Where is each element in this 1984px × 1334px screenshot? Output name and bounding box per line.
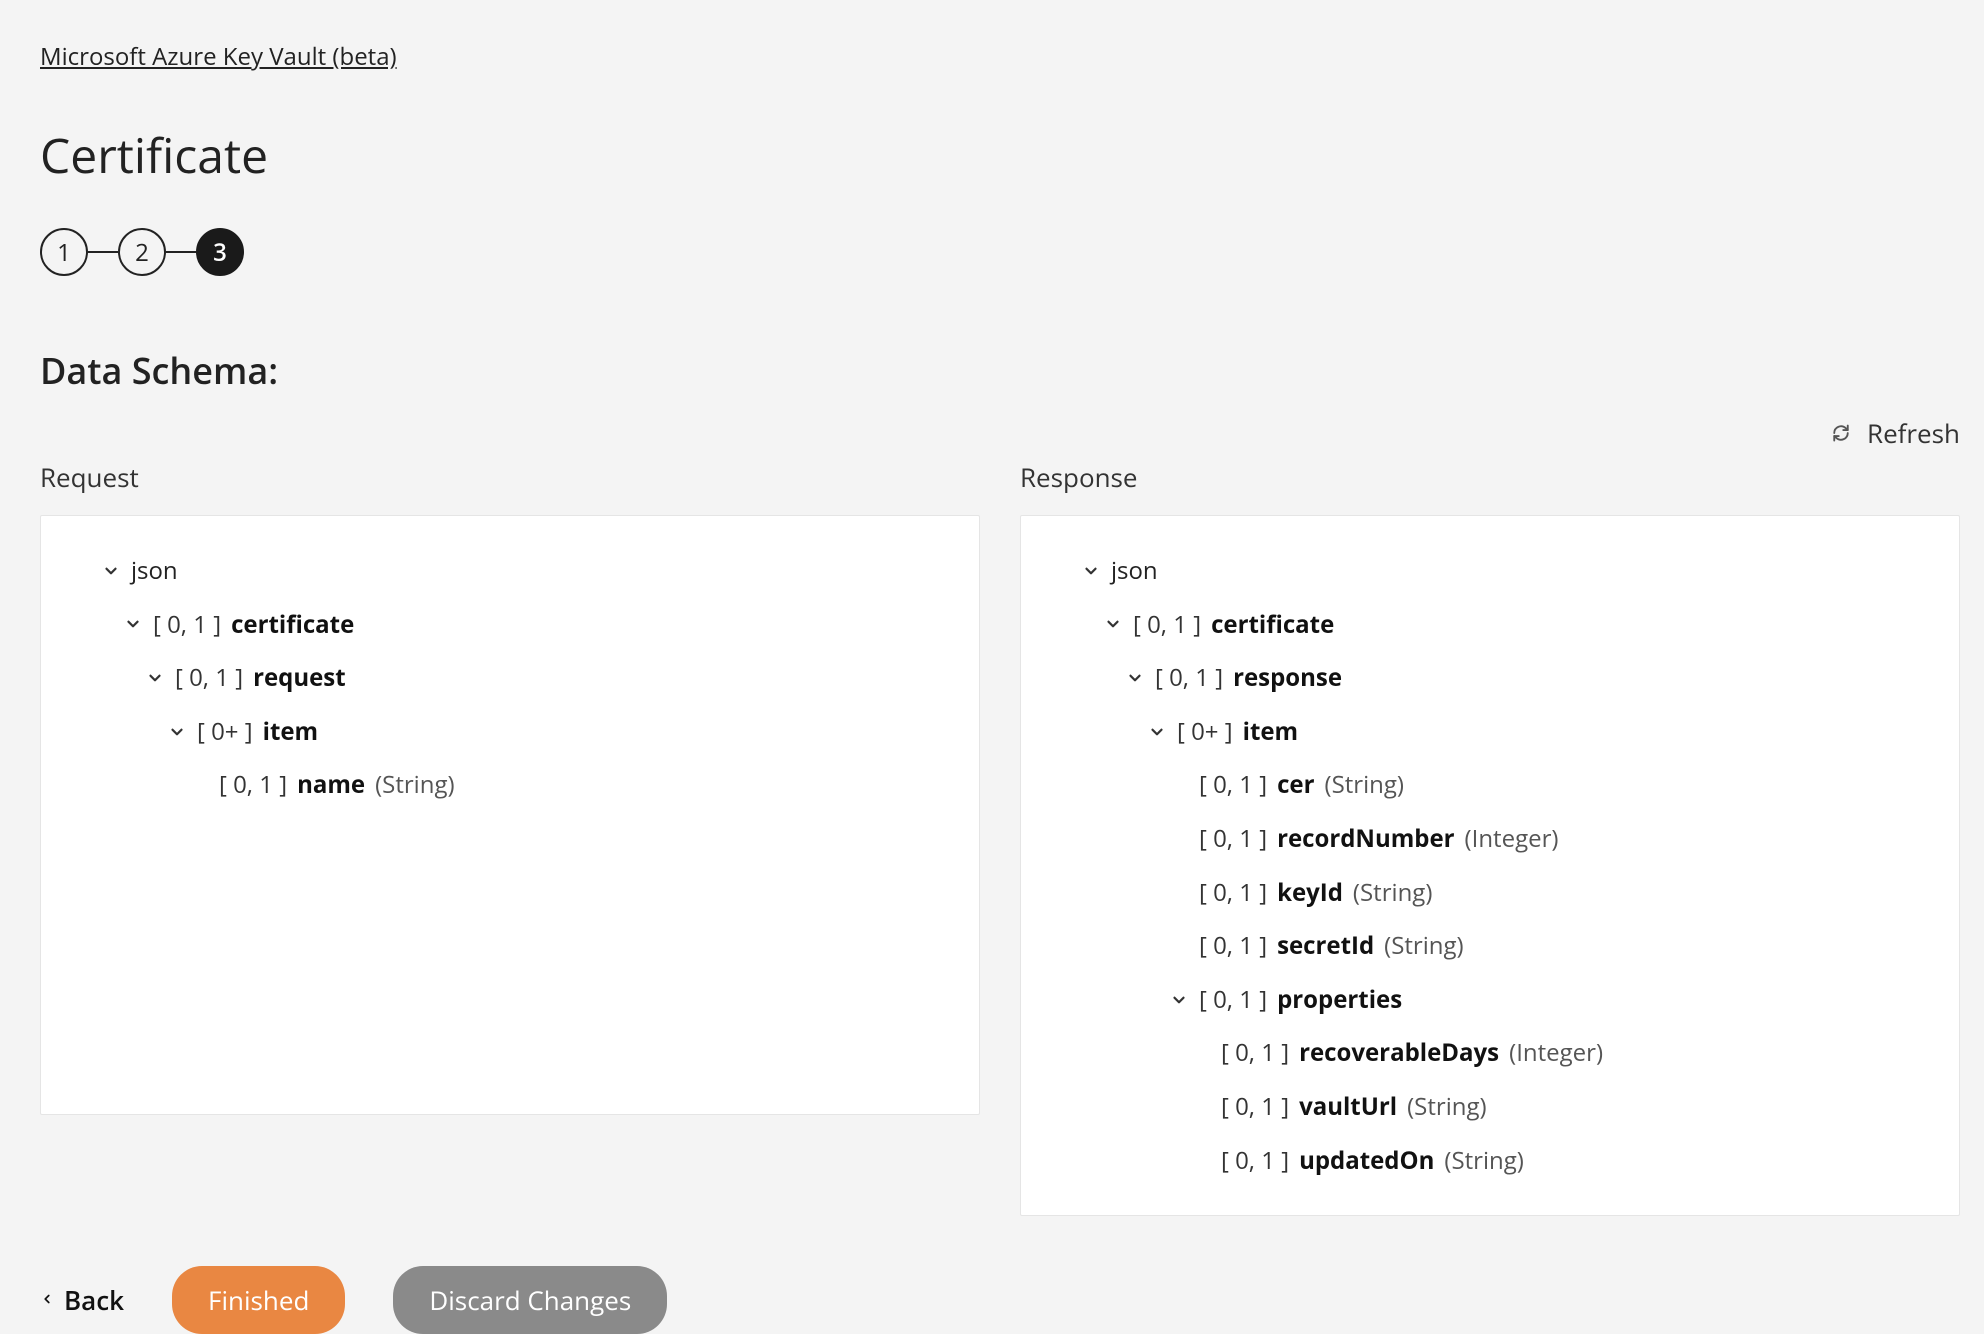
tree-node-response[interactable]: [ 0, 1 ] response <box>1051 651 1929 705</box>
schema-grid: Request json [ 0, 1 ] certificate [ 0, 1… <box>40 459 1960 1216</box>
chevron-down-icon <box>101 561 121 581</box>
leaf-spacer <box>1169 829 1189 849</box>
step-2[interactable]: 2 <box>118 228 166 276</box>
tree-node-vaulturl[interactable]: [ 0, 1 ] vaultUrl (String) <box>1051 1080 1929 1134</box>
chevron-down-icon <box>1169 990 1189 1010</box>
tree-node-properties[interactable]: [ 0, 1 ] properties <box>1051 973 1929 1027</box>
refresh-icon <box>1831 423 1851 443</box>
leaf-spacer <box>1191 1097 1211 1117</box>
tree-node-recordnumber[interactable]: [ 0, 1 ] recordNumber (Integer) <box>1051 812 1929 866</box>
step-1[interactable]: 1 <box>40 228 88 276</box>
toolbar: Refresh <box>40 415 1960 451</box>
chevron-down-icon <box>123 614 143 634</box>
tree-node-secretid[interactable]: [ 0, 1 ] secretId (String) <box>1051 919 1929 973</box>
tree-node-request[interactable]: [ 0, 1 ] request <box>71 651 949 705</box>
chevron-down-icon <box>145 668 165 688</box>
leaf-spacer <box>1191 1150 1211 1170</box>
tree-node-keyid[interactable]: [ 0, 1 ] keyId (String) <box>1051 866 1929 920</box>
footer-actions: Back Finished Discard Changes <box>40 1266 1944 1334</box>
chevron-down-icon <box>1103 614 1123 634</box>
back-button[interactable]: Back <box>40 1282 124 1318</box>
leaf-spacer <box>1191 1043 1211 1063</box>
request-column: Request json [ 0, 1 ] certificate [ 0, 1… <box>40 459 980 1216</box>
leaf-spacer <box>1169 936 1189 956</box>
section-title: Data Schema: <box>40 346 1944 395</box>
request-tree-card: json [ 0, 1 ] certificate [ 0, 1 ] reque… <box>40 515 980 1115</box>
tree-node-cer[interactable]: [ 0, 1 ] cer (String) <box>1051 758 1929 812</box>
response-tree-card: json [ 0, 1 ] certificate [ 0, 1 ] respo… <box>1020 515 1960 1216</box>
tree-node-json[interactable]: json <box>1051 544 1929 598</box>
chevron-left-icon <box>40 1282 54 1318</box>
refresh-button[interactable]: Refresh <box>1831 415 1960 451</box>
chevron-down-icon <box>1125 668 1145 688</box>
tree-node-recoverabledays[interactable]: [ 0, 1 ] recoverableDays (Integer) <box>1051 1026 1929 1080</box>
step-connector <box>166 251 196 253</box>
breadcrumb: Microsoft Azure Key Vault (beta) <box>40 40 1944 73</box>
chevron-down-icon <box>1147 722 1167 742</box>
leaf-spacer <box>1169 775 1189 795</box>
tree-node-item[interactable]: [ 0+ ] item <box>1051 705 1929 759</box>
chevron-down-icon <box>167 722 187 742</box>
back-label: Back <box>64 1282 124 1318</box>
tree-node-certificate[interactable]: [ 0, 1 ] certificate <box>1051 598 1929 652</box>
tree-node-certificate[interactable]: [ 0, 1 ] certificate <box>71 598 949 652</box>
step-connector <box>88 251 118 253</box>
tree-node-name[interactable]: [ 0, 1 ] name (String) <box>71 758 949 812</box>
discard-changes-button[interactable]: Discard Changes <box>393 1266 667 1334</box>
response-title: Response <box>1020 459 1960 495</box>
leaf-spacer <box>1169 882 1189 902</box>
breadcrumb-link[interactable]: Microsoft Azure Key Vault (beta) <box>40 40 397 73</box>
tree-node-updatedon[interactable]: [ 0, 1 ] updatedOn (String) <box>1051 1134 1929 1188</box>
finished-button[interactable]: Finished <box>172 1266 345 1334</box>
response-column: Response json [ 0, 1 ] certificate [ 0, … <box>1020 459 1960 1216</box>
request-title: Request <box>40 459 980 495</box>
tree-node-json[interactable]: json <box>71 544 949 598</box>
step-3[interactable]: 3 <box>196 228 244 276</box>
refresh-label: Refresh <box>1867 415 1960 451</box>
tree-node-item[interactable]: [ 0+ ] item <box>71 705 949 759</box>
chevron-down-icon <box>1081 561 1101 581</box>
page-title: Certificate <box>40 123 1944 188</box>
leaf-spacer <box>189 775 209 795</box>
stepper: 1 2 3 <box>40 228 1944 276</box>
